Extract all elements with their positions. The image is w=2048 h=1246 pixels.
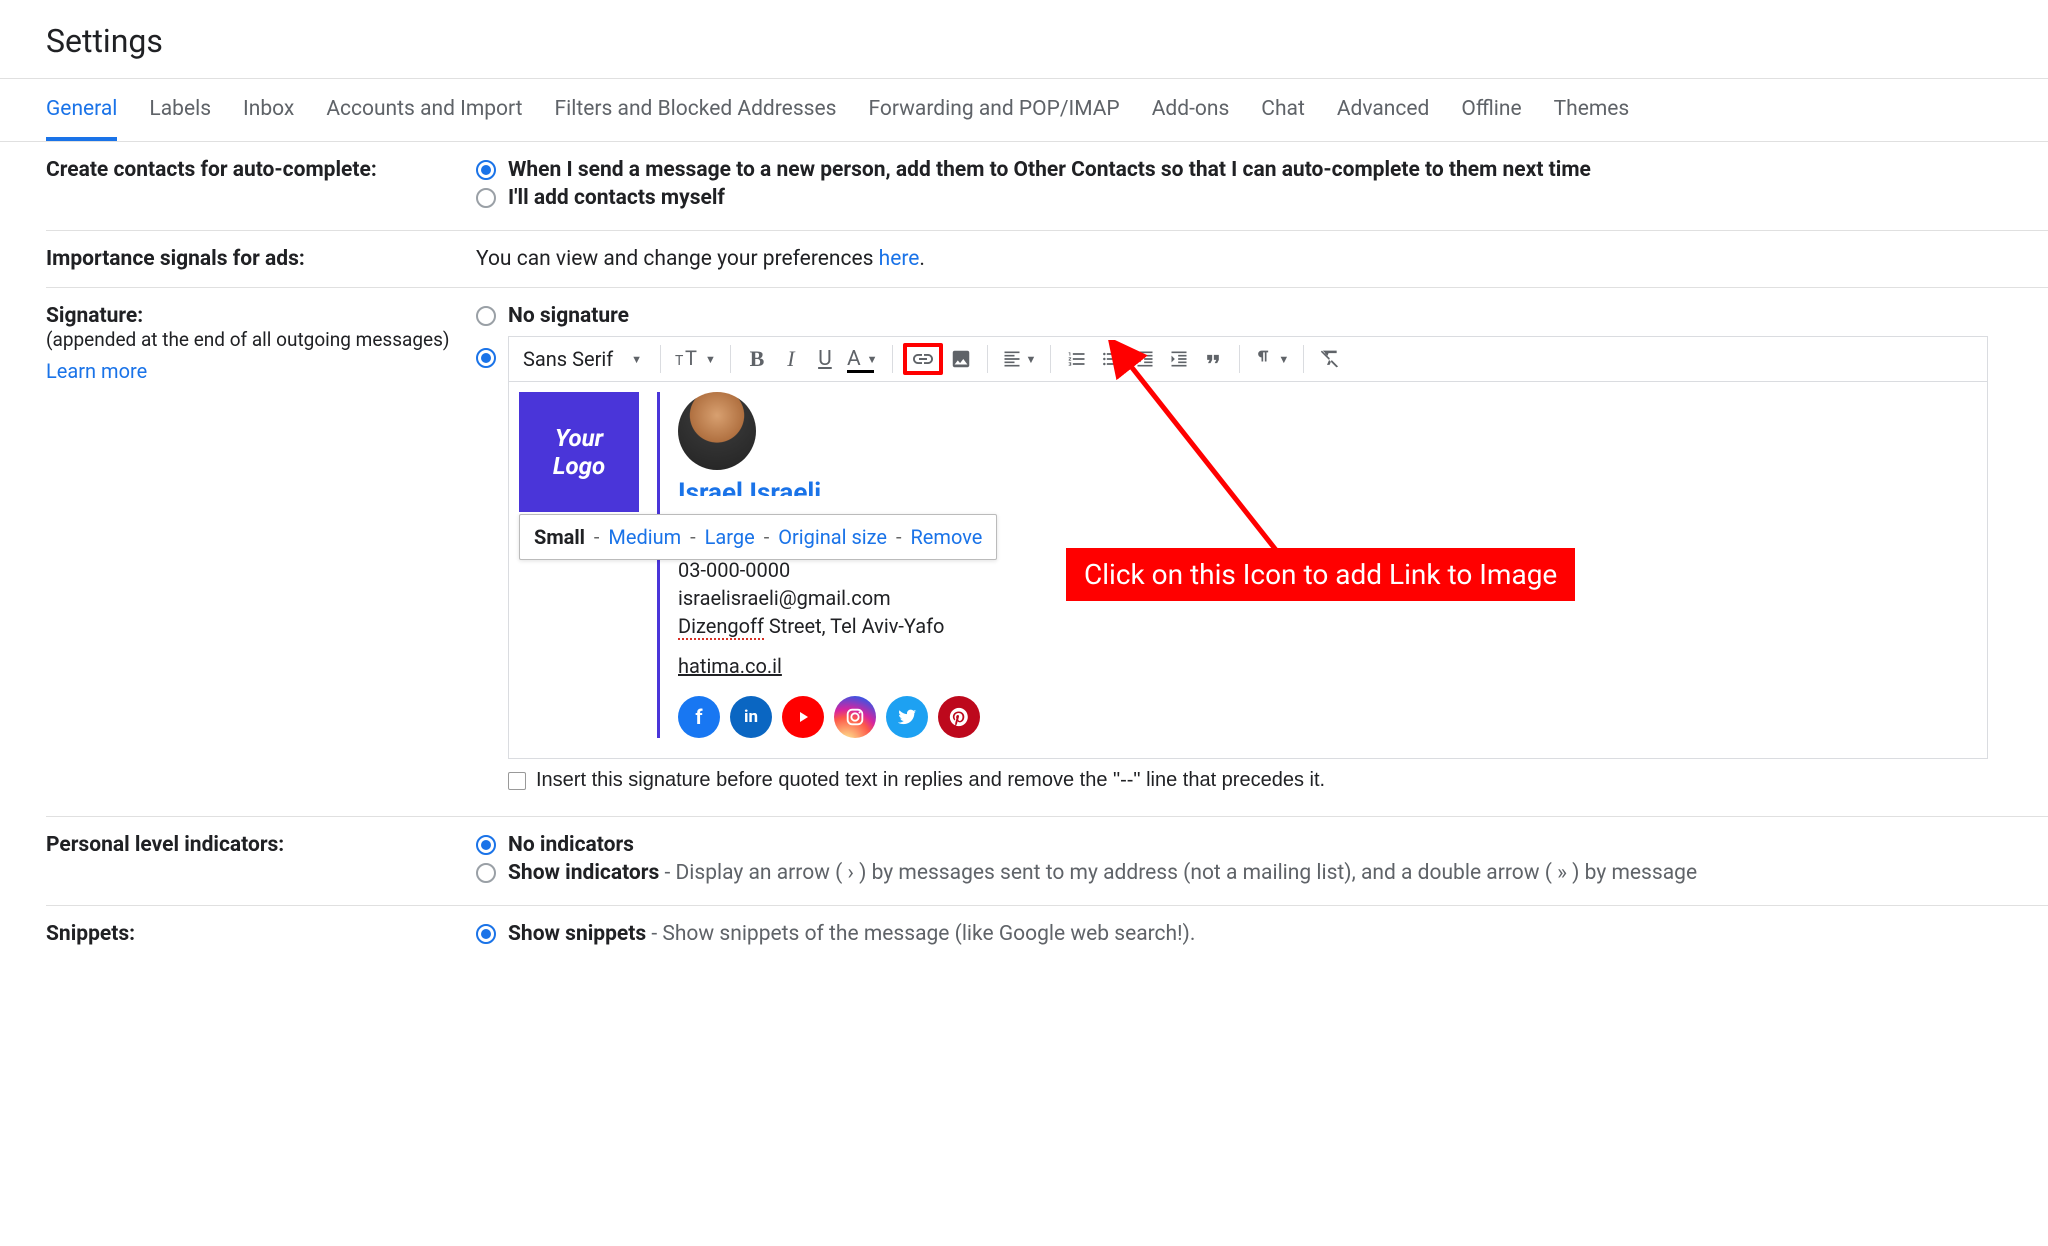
align-icon — [1002, 349, 1022, 369]
ads-text-prefix: You can view and change your preferences — [476, 247, 879, 271]
twitter-icon[interactable] — [886, 696, 928, 738]
facebook-icon[interactable]: f — [678, 696, 720, 738]
radio-label-show-snippets: Show snippets — [508, 922, 646, 946]
radio-show-indicators[interactable] — [476, 863, 496, 883]
radio-label-show-indicators: Show indicators — [508, 861, 659, 885]
tool-text-direction[interactable]: ▼ — [1250, 343, 1293, 375]
indent-less-icon — [1135, 349, 1155, 369]
bullet-list-icon — [1101, 349, 1121, 369]
tab-forwarding[interactable]: Forwarding and POP/IMAP — [868, 79, 1119, 141]
pinterest-icon[interactable] — [938, 696, 980, 738]
tool-font-size[interactable]: TT ▼ — [671, 343, 720, 375]
link-icon — [907, 344, 939, 374]
instagram-icon[interactable] — [834, 696, 876, 738]
annotation-callout: Click on this Icon to add Link to Image — [1066, 548, 1575, 601]
radio-label-no-signature: No signature — [508, 304, 629, 328]
vertical-divider — [657, 392, 660, 738]
radio-autocomplete-manual[interactable] — [476, 188, 496, 208]
tool-underline[interactable]: U — [809, 343, 841, 375]
label-autocomplete: Create contacts for auto-complete: — [46, 158, 476, 214]
image-icon — [950, 348, 972, 370]
indent-more-icon — [1169, 349, 1189, 369]
linkedin-icon[interactable]: in — [730, 696, 772, 738]
tab-labels[interactable]: Labels — [149, 79, 211, 141]
tool-italic[interactable]: I — [775, 343, 807, 375]
tab-inbox[interactable]: Inbox — [243, 79, 294, 141]
row-autocomplete: Create contacts for auto-complete: When … — [46, 142, 2048, 231]
row-ads: Importance signals for ads: You can view… — [46, 231, 2048, 288]
tab-addons[interactable]: Add-ons — [1152, 79, 1230, 141]
row-signature: Signature: (appended at the end of all o… — [46, 288, 2048, 817]
tool-indent-less[interactable] — [1129, 343, 1161, 375]
avatar[interactable] — [678, 392, 756, 470]
tool-insert-link[interactable] — [903, 343, 943, 375]
tool-quote[interactable] — [1197, 343, 1229, 375]
tab-themes[interactable]: Themes — [1554, 79, 1630, 141]
signature-email: israelisraeli@gmail.com — [678, 586, 980, 610]
row-indicators: Personal level indicators: No indicators… — [46, 817, 2048, 906]
radio-label-autocomplete-add: When I send a message to a new person, a… — [508, 158, 1591, 182]
tool-numbered-list[interactable] — [1061, 343, 1093, 375]
radio-label-autocomplete-manual: I'll add contacts myself — [508, 186, 725, 210]
row-snippets: Snippets: Show snippets - Show snippets … — [46, 906, 2048, 966]
size-small[interactable]: Small — [534, 525, 585, 549]
radio-no-signature[interactable] — [476, 306, 496, 326]
signature-address: Dizengoff Street, Tel Aviv-Yafo — [678, 614, 980, 638]
quote-icon — [1203, 349, 1223, 369]
size-medium[interactable]: Medium — [608, 525, 681, 549]
checkbox-insert-before-quote[interactable] — [508, 772, 526, 790]
signature-website[interactable]: hatima.co.il — [678, 654, 980, 678]
settings-tabs: General Labels Inbox Accounts and Import… — [0, 78, 2048, 142]
tab-accounts[interactable]: Accounts and Import — [326, 79, 522, 141]
logo-placeholder[interactable]: Your Logo — [519, 392, 639, 512]
size-original[interactable]: Original size — [778, 525, 887, 549]
image-size-popup: Small - Medium - Large - Original size -… — [519, 514, 997, 560]
tool-indent-more[interactable] — [1163, 343, 1195, 375]
ads-here-link[interactable]: here — [879, 247, 920, 271]
tab-offline[interactable]: Offline — [1461, 79, 1521, 141]
indicators-desc: - Display an arrow ( › ) by messages sen… — [659, 861, 1697, 885]
tool-insert-image[interactable] — [945, 343, 977, 375]
tool-text-color[interactable]: A▼ — [843, 343, 882, 375]
radio-no-indicators[interactable] — [476, 835, 496, 855]
label-indicators: Personal level indicators: — [46, 833, 476, 889]
radio-use-signature[interactable] — [476, 348, 496, 368]
size-large[interactable]: Large — [705, 525, 755, 549]
ads-text-suffix: . — [919, 247, 925, 271]
radio-autocomplete-add[interactable] — [476, 160, 496, 180]
label-signature: Signature: — [46, 304, 456, 328]
signature-learn-more-link[interactable]: Learn more — [46, 359, 147, 383]
snippets-desc: - Show snippets of the message (like Goo… — [646, 922, 1195, 946]
size-remove[interactable]: Remove — [910, 525, 982, 549]
tool-bullet-list[interactable] — [1095, 343, 1127, 375]
radio-label-no-indicators: No indicators — [508, 833, 634, 857]
tool-bold[interactable]: B — [741, 343, 773, 375]
label-snippets: Snippets: — [46, 922, 476, 950]
pilcrow-icon — [1254, 349, 1274, 369]
checkbox-label-insert-before: Insert this signature before quoted text… — [536, 769, 1325, 792]
social-icons: f in — [678, 696, 980, 738]
tool-remove-formatting[interactable] — [1314, 343, 1346, 375]
tab-general[interactable]: General — [46, 79, 117, 141]
remove-format-icon — [1320, 349, 1340, 369]
svg-text:T: T — [685, 349, 697, 369]
label-ads: Importance signals for ads: — [46, 247, 476, 271]
signature-phone2: 03-000-0000 — [678, 558, 980, 582]
editor-toolbar: Sans Serif▼ TT ▼ B I U — [509, 337, 1987, 382]
tool-align[interactable]: ▼ — [998, 343, 1041, 375]
svg-text:T: T — [675, 353, 684, 369]
label-signature-sub: (appended at the end of all outgoing mes… — [46, 328, 456, 351]
radio-show-snippets[interactable] — [476, 924, 496, 944]
tab-chat[interactable]: Chat — [1261, 79, 1305, 141]
tool-font-family[interactable]: Sans Serif▼ — [519, 343, 650, 375]
tab-filters[interactable]: Filters and Blocked Addresses — [555, 79, 837, 141]
page-title: Settings — [0, 0, 2048, 78]
youtube-icon[interactable] — [782, 696, 824, 738]
signature-name: Israel Israeli — [678, 476, 980, 496]
tab-advanced[interactable]: Advanced — [1337, 79, 1430, 141]
numbered-list-icon — [1067, 349, 1087, 369]
